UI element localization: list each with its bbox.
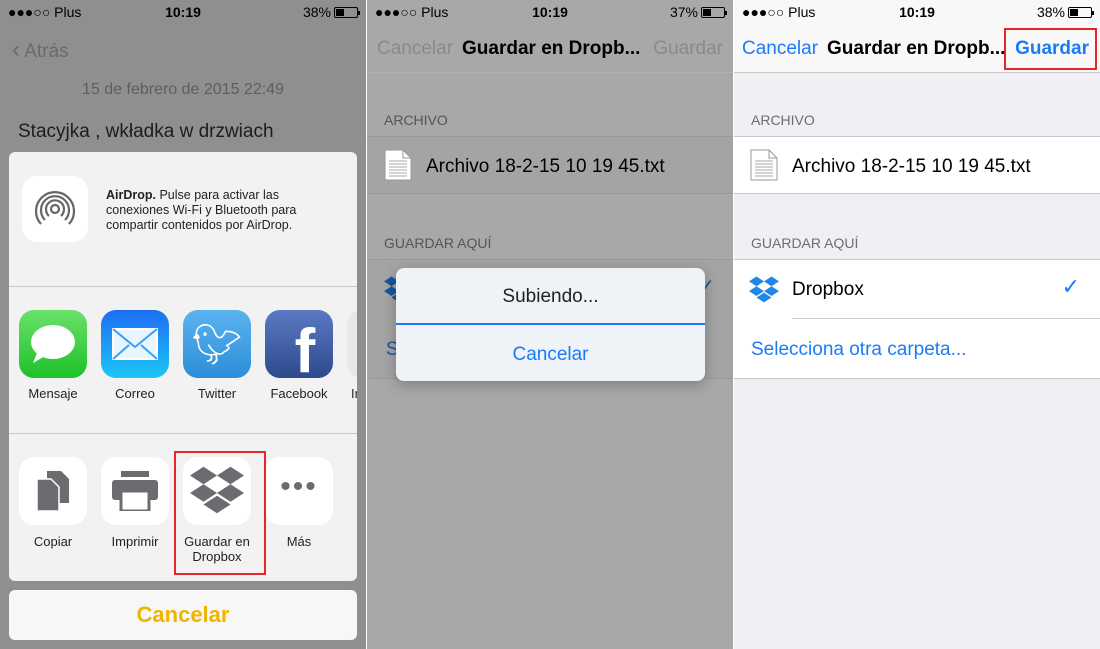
file-icon (384, 149, 412, 181)
section-header: GUARDAR AQUÍ (384, 235, 492, 251)
message-icon[interactable] (19, 310, 87, 378)
note-text: Stacyjka , wkładka w drzwiach (18, 121, 274, 142)
progress-bar (396, 323, 705, 325)
copy-icon[interactable] (19, 457, 87, 525)
app-label: In (351, 386, 357, 401)
section-header: GUARDAR AQUÍ (751, 235, 859, 251)
status-bar: ●●●○○ Plus 10:19 38% (734, 0, 1100, 24)
highlight-box (174, 451, 266, 575)
nav-bar: Cancelar Guardar en Dropb... Guardar (367, 24, 733, 73)
nav-bar: Cancelar Guardar en Dropb... Guardar (734, 24, 1100, 73)
alert-title: Subiendo... (502, 286, 599, 307)
status-bar: ●●●○○ Plus 10:19 37% (367, 0, 733, 24)
airdrop-icon[interactable] (22, 176, 88, 242)
battery-icon (1068, 6, 1094, 18)
back-label: Atrás (24, 41, 69, 62)
folder-row-dropbox[interactable]: Dropbox ✓ (734, 260, 1100, 319)
app-label: Mensaje (28, 386, 78, 401)
airdrop-title: AirDrop. (106, 188, 156, 202)
action-label: Imprimir (111, 534, 159, 549)
folder-rows: Dropbox ✓ Selecciona otra carpeta... (734, 259, 1100, 379)
battery-icon (334, 6, 360, 18)
highlight-box (1004, 28, 1097, 70)
airdrop-description: AirDrop. Pulse para activar las conexion… (106, 188, 336, 233)
cancel-nav-button[interactable]: Cancelar (377, 38, 453, 60)
file-row: Archivo 18-2-15 10 19 45.txt (734, 136, 1100, 194)
share-sheet-screen: ●●●○○ Plus 10:19 38% ‹ Atrás 15 de febre… (0, 0, 366, 649)
file-row: Archivo 18-2-15 10 19 45.txt (367, 136, 733, 194)
status-bar: ●●●○○ Plus 10:19 38% (0, 0, 366, 24)
battery-percent: 38% (1036, 4, 1065, 20)
partial-app-icon[interactable] (347, 310, 357, 378)
battery-percent: 38% (302, 4, 331, 20)
share-sheet: AirDrop. Pulse para activar las conexion… (9, 152, 357, 581)
note-date: 15 de febrero de 2015 22:49 (82, 81, 284, 98)
select-other-folder-link[interactable]: Selecciona otra carpeta... (751, 339, 966, 361)
file-name: Archivo 18-2-15 10 19 45.txt (426, 156, 665, 177)
battery-icon (701, 6, 727, 18)
battery-percent: 37% (669, 4, 698, 20)
uploading-screen: ●●●○○ Plus 10:19 37% Cancelar Guardar en… (367, 0, 733, 649)
more-icon[interactable]: ••• (265, 457, 333, 525)
folder-name: Dropbox (792, 279, 864, 300)
cancel-button[interactable]: Cancelar (9, 590, 357, 640)
app-label: Correo (115, 386, 155, 401)
save-nav-button[interactable]: Guardar (653, 38, 723, 60)
file-icon (750, 149, 778, 181)
twitter-icon[interactable]: 🐦︎ (183, 310, 251, 378)
mail-icon[interactable] (101, 310, 169, 378)
action-label: Copiar (33, 534, 73, 549)
alert-cancel-button[interactable]: Cancelar (396, 344, 705, 366)
dropbox-icon (749, 276, 779, 304)
section-header: ARCHIVO (751, 112, 815, 128)
nav-title: Guardar en Dropb... (462, 38, 641, 59)
checkmark-icon: ✓ (1061, 274, 1080, 299)
action-label: Más (286, 534, 312, 549)
print-icon[interactable] (101, 457, 169, 525)
facebook-icon[interactable]: f (265, 310, 333, 386)
upload-alert: Subiendo... Cancelar (396, 268, 705, 381)
cancel-nav-button[interactable]: Cancelar (742, 38, 818, 60)
save-to-dropbox-screen: ●●●○○ Plus 10:19 38% Cancelar Guardar en… (734, 0, 1100, 649)
file-name: Archivo 18-2-15 10 19 45.txt (792, 156, 1031, 177)
nav-title: Guardar en Dropb... (827, 38, 1006, 59)
app-label: Facebook (270, 386, 328, 401)
progress-fill (396, 323, 705, 325)
back-button[interactable]: ‹ Atrás (12, 36, 69, 64)
chevron-left-icon: ‹ (12, 36, 20, 63)
app-label: Twitter (197, 386, 237, 401)
section-header: ARCHIVO (384, 112, 448, 128)
